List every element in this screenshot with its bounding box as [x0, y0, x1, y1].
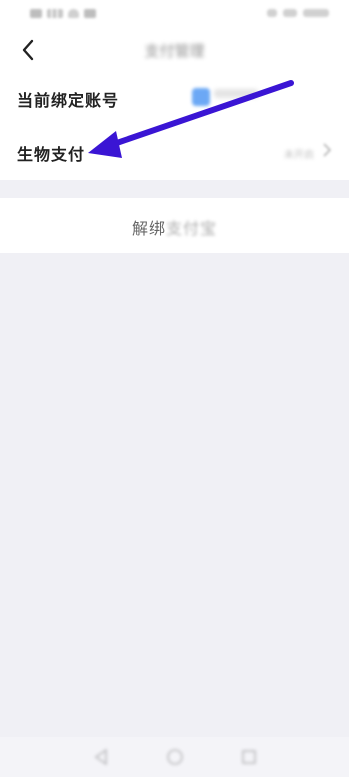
- biometric-pay-label: 生物支付: [17, 145, 86, 164]
- unbind-button[interactable]: 解绑支付宝: [0, 198, 349, 253]
- page-header: 支付管理: [0, 28, 349, 72]
- system-nav-bar: [0, 737, 349, 777]
- unbind-label: 解绑支付宝: [0, 215, 349, 239]
- clock-text: [303, 9, 329, 17]
- circle-home-icon: [167, 749, 183, 765]
- hd-icon: [30, 8, 42, 18]
- nav-home-button[interactable]: [162, 744, 188, 770]
- page-title: 支付管理: [144, 42, 205, 60]
- biometric-status: 未开启: [284, 150, 314, 161]
- alarm-icon: [267, 9, 277, 17]
- nav-recents-button[interactable]: [236, 744, 262, 770]
- nav-back-button[interactable]: [88, 744, 114, 770]
- biometric-pay-row[interactable]: 生物支付 未开启: [0, 126, 349, 178]
- signal-icon: [47, 8, 63, 18]
- square-recents-icon: [242, 750, 256, 764]
- chevron-right-icon: [323, 143, 331, 157]
- battery-icon: [283, 9, 297, 17]
- account-avatar-icon: [192, 88, 210, 106]
- unbind-label-part1: 解绑: [131, 219, 166, 238]
- triangle-back-icon: [94, 749, 107, 765]
- bound-account-label: 当前绑定账号: [17, 91, 120, 110]
- bound-account-row[interactable]: 当前绑定账号: [0, 72, 349, 124]
- notification-icon: [84, 8, 96, 18]
- unbind-label-part2: 支付宝: [166, 219, 218, 238]
- settings-card: 当前绑定账号 生物支付 未开启: [0, 72, 349, 180]
- status-bar: [0, 0, 349, 28]
- account-name: [214, 89, 258, 98]
- status-icons-left: [30, 7, 96, 19]
- wifi-icon: [68, 8, 79, 18]
- status-icons-right: [267, 7, 329, 19]
